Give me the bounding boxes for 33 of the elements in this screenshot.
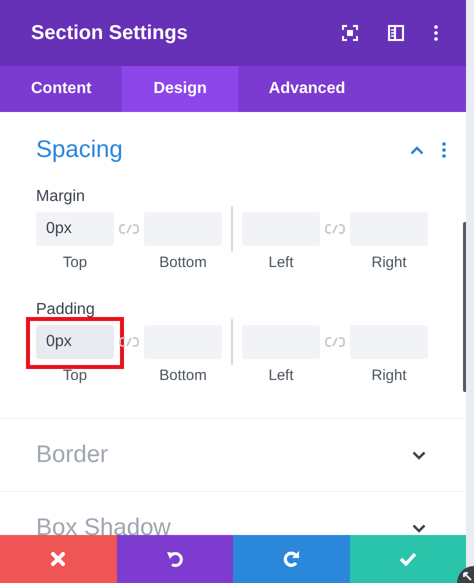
- more-options-icon[interactable]: [434, 25, 438, 41]
- field-label: Top: [62, 254, 88, 271]
- chevron-down-icon[interactable]: [412, 450, 426, 460]
- chevron-down-icon[interactable]: [412, 524, 426, 532]
- field-label: Bottom: [159, 254, 207, 271]
- window-title: Section Settings: [31, 22, 189, 44]
- tab[interactable]: Content: [0, 66, 122, 112]
- redo-icon: [282, 550, 300, 568]
- field-label: Top: [62, 367, 88, 384]
- redo-button[interactable]: [233, 535, 350, 583]
- input-field[interactable]: 0px: [36, 325, 114, 359]
- fullscreen-icon[interactable]: [342, 25, 358, 41]
- undo-icon: [166, 550, 184, 568]
- more-options-icon[interactable]: [442, 142, 446, 158]
- split-view-icon[interactable]: [388, 25, 404, 41]
- input-field[interactable]: 0px: [36, 212, 114, 246]
- section-title[interactable]: Spacing: [36, 136, 410, 164]
- field-label: Right: [371, 367, 407, 384]
- group-label: Padding: [36, 301, 96, 319]
- group-label: Margin: [36, 188, 86, 206]
- resize-icon[interactable]: [456, 565, 474, 583]
- field-label: Left: [268, 254, 294, 271]
- tab[interactable]: Advanced: [238, 66, 376, 112]
- discard-button[interactable]: [0, 535, 116, 583]
- checkmark-icon: [398, 552, 417, 566]
- field-label: Right: [371, 254, 407, 271]
- field-label: Bottom: [159, 367, 207, 384]
- chevron-up-icon[interactable]: [410, 146, 424, 154]
- tab[interactable]: Design: [122, 66, 238, 112]
- link-icon[interactable]: [119, 336, 139, 348]
- field-label: Left: [268, 367, 294, 384]
- close-icon: [50, 551, 66, 567]
- undo-button[interactable]: [116, 535, 233, 583]
